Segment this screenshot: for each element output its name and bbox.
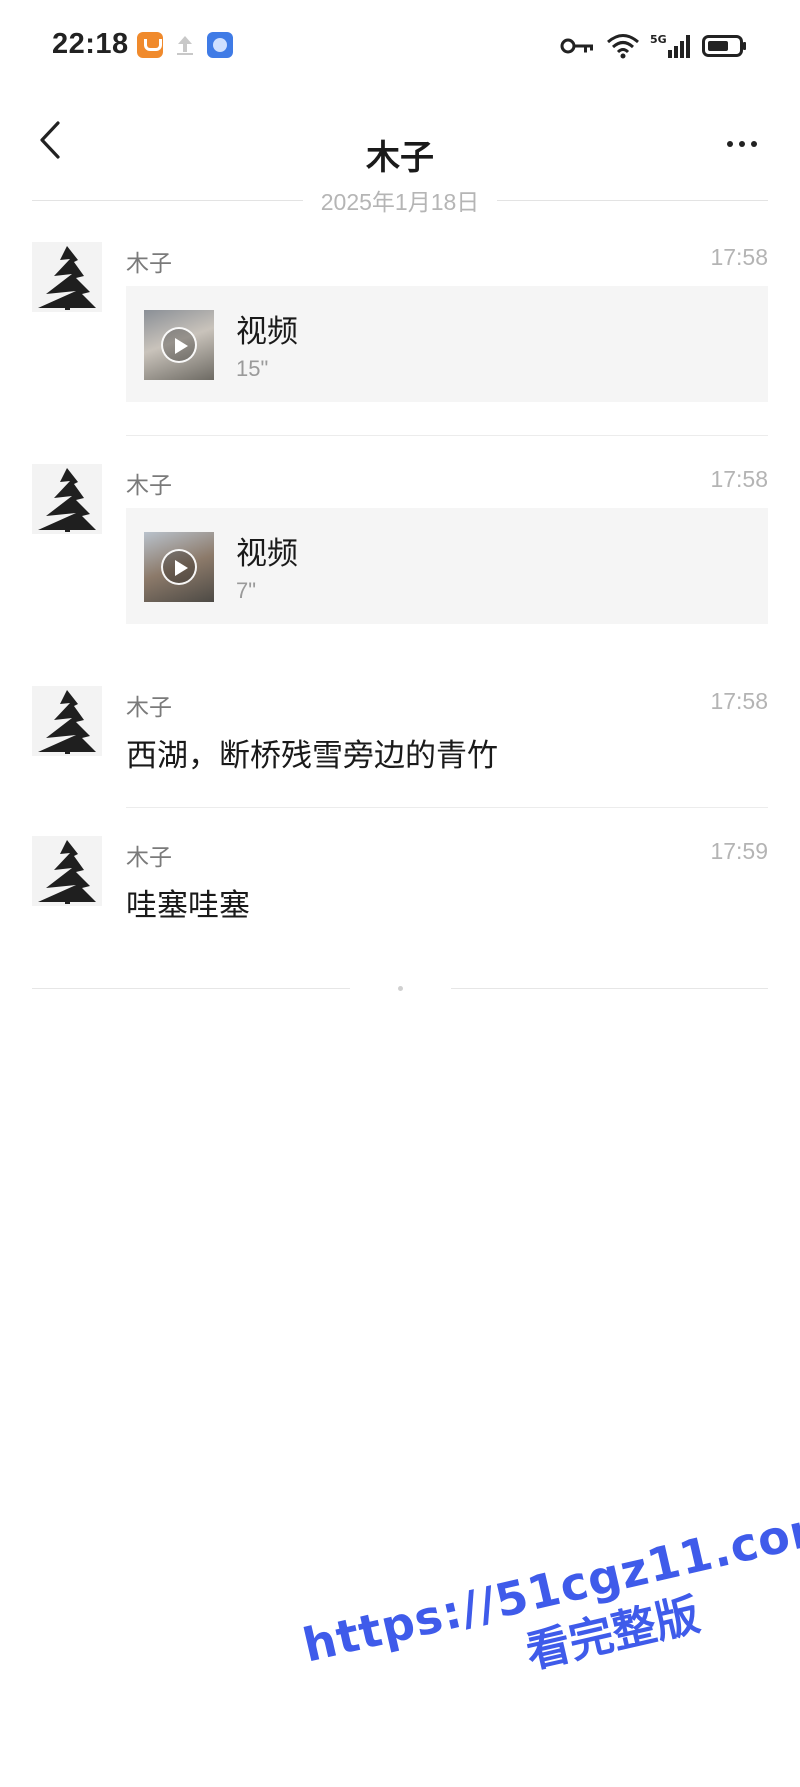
sender-name: 木子	[126, 472, 172, 498]
svg-text:5G: 5G	[650, 33, 667, 46]
message-divider	[126, 435, 768, 436]
sender-name: 木子	[126, 250, 172, 276]
watermark: https://51cgz11.com 看完整版	[298, 1497, 800, 1729]
avatar[interactable]	[32, 242, 102, 312]
video-duration: 7"	[236, 578, 257, 603]
video-duration: 15"	[236, 356, 269, 381]
video-message-card[interactable]: 视频 15"	[126, 286, 768, 402]
avatar[interactable]	[32, 464, 102, 534]
status-bar: 22:18 5G	[0, 0, 800, 92]
play-icon	[161, 327, 197, 363]
message-item: 木子 17:58 视频 15"	[32, 242, 768, 412]
message-item: 木子 17:58 西湖，断桥残雪旁边的青竹	[32, 686, 768, 786]
message-item: 木子 17:58 视频 7"	[32, 464, 768, 634]
avatar[interactable]	[32, 686, 102, 756]
message-time: 17:58	[710, 466, 768, 492]
orange-app-icon	[137, 32, 163, 58]
message-item: 木子 17:59 哇塞哇塞	[32, 836, 768, 936]
sender-name: 木子	[126, 694, 172, 720]
blue-app-icon	[207, 32, 233, 58]
video-title: 视频	[236, 536, 298, 571]
watermark-url: https://51cgz11.com	[298, 1496, 800, 1673]
battery-icon	[702, 34, 748, 58]
vpn-key-icon	[560, 36, 596, 56]
chat-history-screen: 22:18 5G 木子 2025年1月18日 木子 17:58 视频 15" 木…	[0, 0, 800, 1787]
message-time: 17:58	[710, 688, 768, 714]
message-divider	[126, 807, 768, 808]
message-text[interactable]: 哇塞哇塞	[126, 880, 250, 925]
status-right-icons: 5G	[560, 30, 748, 62]
end-of-history-separator	[32, 985, 768, 991]
more-button[interactable]	[712, 122, 772, 166]
status-time: 22:18	[52, 28, 129, 60]
message-time: 17:59	[710, 838, 768, 864]
date-label: 2025年1月18日	[320, 189, 480, 215]
avatar[interactable]	[32, 836, 102, 906]
video-title: 视频	[236, 314, 298, 349]
more-dots-icon	[727, 141, 733, 147]
message-time: 17:58	[710, 244, 768, 270]
video-thumbnail	[144, 310, 214, 380]
wifi-icon	[606, 32, 640, 60]
date-separator: 2025年1月18日	[32, 185, 769, 215]
message-text[interactable]: 西湖，断桥残雪旁边的青竹	[126, 730, 498, 775]
5g-signal-icon: 5G	[650, 32, 692, 60]
play-icon	[161, 549, 197, 585]
video-message-card[interactable]: 视频 7"	[126, 508, 768, 624]
watermark-caption: 看完整版	[521, 1589, 705, 1679]
page-title: 木子	[366, 139, 434, 177]
upload-icon	[172, 32, 198, 58]
video-thumbnail	[144, 532, 214, 602]
sender-name: 木子	[126, 844, 172, 870]
